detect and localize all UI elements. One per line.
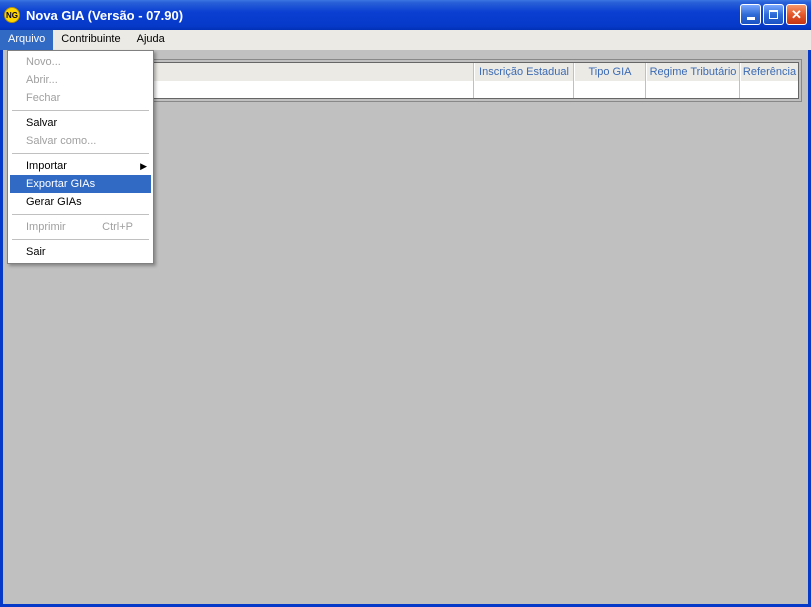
menuitem-fechar[interactable]: Fechar (10, 89, 151, 107)
menu-ajuda[interactable]: Ajuda (129, 30, 173, 50)
submenu-arrow-icon: ▶ (140, 161, 147, 172)
menuitem-exportar-gias[interactable]: Exportar GIAs (10, 175, 151, 193)
menuitem-gerar-gias[interactable]: Gerar GIAs (10, 193, 151, 211)
app-icon: NG (4, 7, 20, 23)
menu-contribuinte[interactable]: Contribuinte (53, 30, 128, 50)
menuitem-imprimir[interactable]: ImprimirCtrl+P (10, 218, 151, 236)
menuitem-salvar[interactable]: Salvar (10, 114, 151, 132)
menu-arquivo[interactable]: Arquivo (0, 30, 53, 50)
menu-separator (12, 214, 149, 215)
close-button[interactable]: ✕ (786, 4, 807, 25)
window-title: Nova GIA (Versão - 07.90) (26, 8, 183, 23)
minimize-button[interactable] (740, 4, 761, 25)
menuitem-salvar-como[interactable]: Salvar como... (10, 132, 151, 150)
th-inscricao[interactable]: Inscrição Estadual (474, 63, 574, 81)
window-controls: ✕ (740, 4, 807, 25)
menu-separator (12, 239, 149, 240)
th-referencia[interactable]: Referência (740, 63, 798, 81)
th-tipo[interactable]: Tipo GIA (574, 63, 646, 81)
titlebar: NG Nova GIA (Versão - 07.90) ✕ (0, 0, 811, 30)
menu-separator (12, 153, 149, 154)
menuitem-novo[interactable]: Novo... (10, 53, 151, 71)
menuitem-sair[interactable]: Sair (10, 243, 151, 261)
menu-separator (12, 110, 149, 111)
th-regime[interactable]: Regime Tributário (646, 63, 740, 81)
shortcut-label: Ctrl+P (102, 221, 133, 233)
maximize-button[interactable] (763, 4, 784, 25)
content-area: Inscrição Estadual Tipo GIA Regime Tribu… (0, 50, 811, 607)
menuitem-abrir[interactable]: Abrir... (10, 71, 151, 89)
menuitem-importar[interactable]: Importar▶ (10, 157, 151, 175)
menubar: Arquivo Contribuinte Ajuda (0, 30, 811, 50)
menu-arquivo-dropdown: Novo... Abrir... Fechar Salvar Salvar co… (7, 50, 154, 264)
